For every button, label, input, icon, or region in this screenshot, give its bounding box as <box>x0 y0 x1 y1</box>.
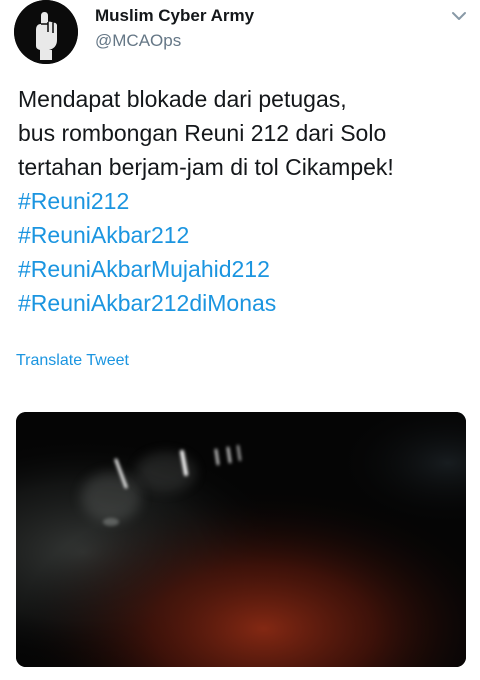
hashtag-link[interactable]: #Reuni212 <box>18 184 474 218</box>
translate-tweet-link[interactable]: Translate Tweet <box>16 352 129 370</box>
author-name[interactable]: Muslim Cyber Army <box>95 6 254 26</box>
tweet-text-line: Mendapat blokade dari petugas, <box>18 86 347 112</box>
author-handle[interactable]: @MCAOps <box>95 31 181 51</box>
author-avatar[interactable] <box>14 0 78 64</box>
hashtag-link[interactable]: #ReuniAkbar212diMonas <box>18 286 474 320</box>
tweet-video[interactable] <box>16 412 466 667</box>
tweet-text-line: bus rombongan Reuni 212 dari Solo <box>18 120 387 146</box>
chevron-down-icon <box>452 12 466 20</box>
tweet-menu-button[interactable] <box>448 8 470 24</box>
video-thumbnail <box>16 412 466 667</box>
hashtag-link[interactable]: #ReuniAkbar212 <box>18 218 474 252</box>
tweet: Muslim Cyber Army @MCAOps Mendapat bloka… <box>0 0 480 680</box>
raised-fist-avatar-icon <box>14 0 78 64</box>
tweet-text: Mendapat blokade dari petugas, bus rombo… <box>18 82 474 320</box>
tweet-text-line: tertahan berjam-jam di tol Cikampek! <box>18 154 394 180</box>
hashtag-link[interactable]: #ReuniAkbarMujahid212 <box>18 252 474 286</box>
